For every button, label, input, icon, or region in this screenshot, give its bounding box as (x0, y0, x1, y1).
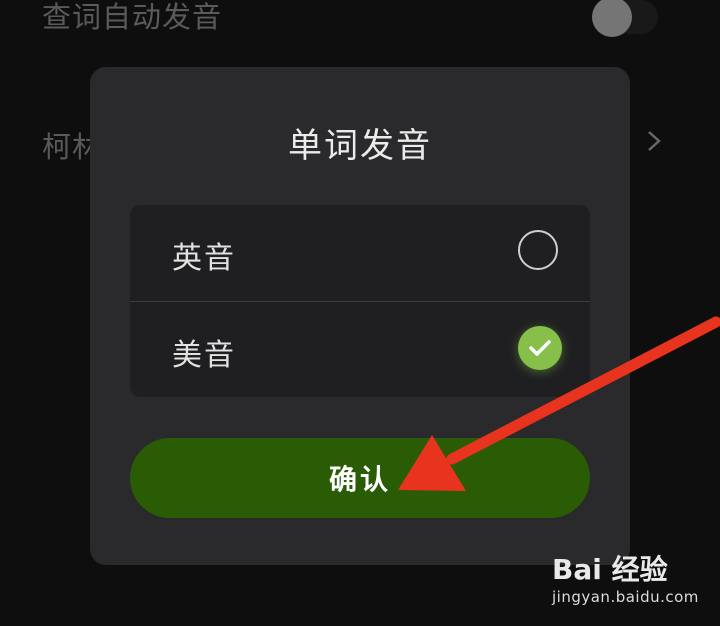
radio-checked-icon[interactable] (518, 326, 562, 370)
baidu-jingyan-watermark: Bai 经验 jingyan.baidu.com (552, 548, 712, 614)
watermark-logo: Bai 经验 (552, 553, 668, 586)
dialog-title: 单词发音 (288, 126, 432, 166)
radio-unchecked-icon[interactable] (518, 230, 558, 270)
pronunciation-options: 英音 美音 (130, 205, 590, 397)
pronunciation-dialog: 单词发音 英音 美音 确认 (90, 67, 630, 565)
screen: 查词自动发音 柯林 单词发音 英音 美音 确认 Bai 经验 jingyan.b… (0, 0, 720, 626)
confirm-button[interactable]: 确认 (130, 438, 590, 518)
option-label: 英音 (172, 241, 236, 276)
option-american[interactable]: 美音 (130, 301, 590, 397)
option-british[interactable]: 英音 (130, 205, 590, 301)
option-label: 美音 (172, 338, 236, 373)
checkmark-icon (529, 340, 551, 356)
watermark-url: jingyan.baidu.com (552, 588, 699, 606)
